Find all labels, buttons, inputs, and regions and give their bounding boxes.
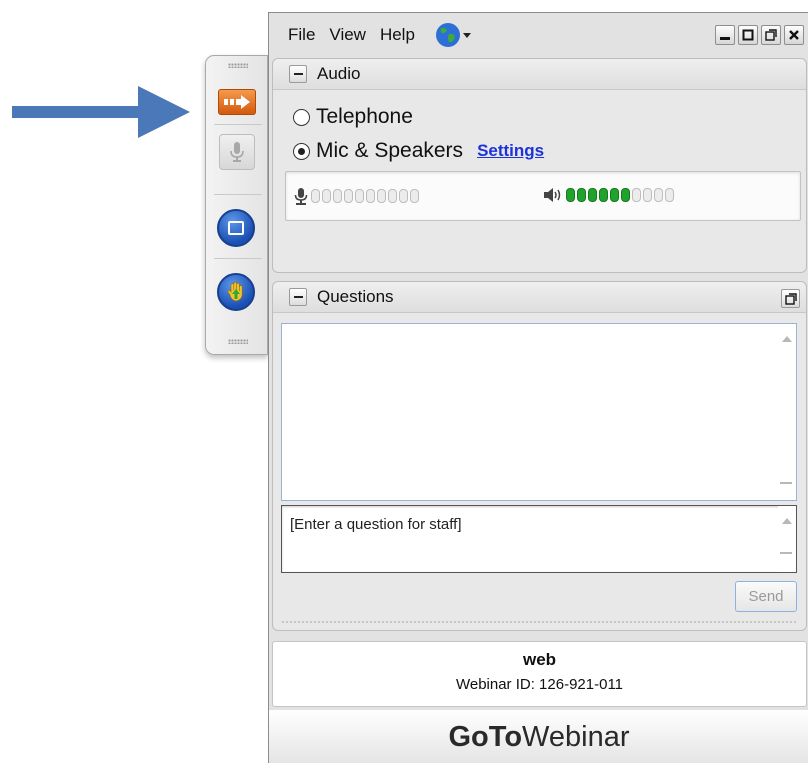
mic-level-segment	[366, 189, 375, 203]
send-button[interactable]: Send	[735, 581, 797, 612]
speaker-icon	[544, 188, 561, 202]
mic-speakers-radio[interactable]	[293, 142, 310, 160]
question-input[interactable]: [Enter a question for staff]	[281, 505, 797, 573]
mic-level-segment	[388, 189, 397, 203]
arrow-right-icon	[224, 95, 250, 109]
close-button[interactable]	[784, 25, 804, 45]
audio-collapse-button[interactable]	[289, 65, 307, 83]
maximize-button[interactable]	[738, 25, 758, 45]
telephone-radio[interactable]	[293, 108, 310, 126]
mic-level-segment	[377, 189, 386, 203]
gotowebinar-logo: GoToWebinar	[448, 720, 630, 753]
globe-icon	[435, 23, 460, 47]
divider	[214, 194, 262, 195]
microphone-icon	[230, 142, 244, 162]
close-icon	[789, 30, 799, 40]
chevron-down-icon	[462, 33, 471, 38]
microphone-icon	[294, 188, 308, 205]
drag-grip-top[interactable]	[228, 63, 248, 68]
menu-help[interactable]: Help	[380, 25, 415, 45]
menu-view[interactable]: View	[329, 25, 366, 45]
mute-button[interactable]	[219, 134, 255, 170]
telephone-label: Telephone	[316, 105, 413, 128]
speaker-level-segment	[588, 188, 597, 202]
speaker-level-segment	[621, 188, 630, 202]
mic-level-segment	[410, 189, 419, 203]
speaker-level-segment	[654, 188, 663, 202]
gotowebinar-window: File View Help Audio Telephone Mic & Spe…	[268, 12, 808, 763]
screen-view-button[interactable]	[217, 209, 255, 247]
language-menu[interactable]	[435, 22, 473, 48]
minimize-icon	[720, 37, 730, 40]
footer: GoToWebinar	[269, 710, 808, 763]
mic-speakers-option[interactable]: Mic & Speakers Settings	[293, 139, 544, 163]
scroll-up-arrow[interactable]	[782, 336, 792, 342]
restore-icon	[765, 29, 777, 41]
mic-level-segment	[333, 189, 342, 203]
audio-panel: Audio Telephone Mic & Speakers Settings	[272, 58, 807, 273]
menu-file[interactable]: File	[288, 25, 315, 45]
questions-collapse-button[interactable]	[289, 288, 307, 306]
scroll-down-arrow[interactable]	[780, 552, 792, 554]
question-input-placeholder: [Enter a question for staff]	[290, 516, 462, 533]
speaker-level-segment	[599, 188, 608, 202]
popout-icon	[784, 292, 797, 305]
panel-resize-handle[interactable]	[281, 620, 797, 625]
audio-level-meters	[285, 171, 801, 221]
speaker-level-segment	[632, 188, 641, 202]
webinar-id: Webinar ID: 126-921-011	[455, 676, 624, 693]
mic-level-segment	[399, 189, 408, 203]
speaker-level-meter	[543, 187, 674, 203]
minus-icon	[293, 296, 303, 298]
scroll-up-arrow[interactable]	[782, 518, 792, 524]
mic-level-segment	[344, 189, 353, 203]
questions-popout-button[interactable]	[781, 289, 800, 308]
control-panel	[205, 55, 268, 355]
divider	[214, 124, 262, 125]
mic-speakers-label: Mic & Speakers	[316, 139, 464, 162]
scroll-down-arrow[interactable]	[780, 482, 792, 484]
question-input-scrollbar[interactable]	[778, 506, 796, 572]
mic-level-meter	[294, 187, 419, 205]
questions-log-scrollbar[interactable]	[778, 324, 796, 500]
raise-hand-button[interactable]	[217, 273, 255, 311]
speaker-level-segment	[643, 188, 652, 202]
maximize-icon	[742, 29, 754, 41]
restore-button[interactable]	[761, 25, 781, 45]
minimize-button[interactable]	[715, 25, 735, 45]
speaker-level-segment	[610, 188, 619, 202]
speaker-level-segment	[665, 188, 674, 202]
divider	[214, 258, 262, 259]
annotation-arrow-control-panel	[12, 86, 190, 138]
webinar-info: web Webinar ID: 126-921-011	[272, 641, 807, 707]
screen-icon	[228, 221, 244, 235]
show-hide-control-panel-button[interactable]	[218, 89, 256, 115]
questions-panel-title: Questions	[317, 287, 394, 306]
questions-log[interactable]	[281, 323, 797, 501]
minus-icon	[293, 73, 303, 75]
mic-level-segment	[322, 189, 331, 203]
audio-settings-link[interactable]: Settings	[477, 141, 544, 161]
webinar-name: web	[522, 650, 557, 669]
mic-level-segment	[311, 189, 320, 203]
telephone-option[interactable]: Telephone	[293, 105, 413, 129]
speaker-level-segment	[577, 188, 586, 202]
drag-grip-bottom[interactable]	[228, 339, 248, 344]
mic-level-segment	[355, 189, 364, 203]
raise-hand-icon	[227, 281, 243, 302]
speaker-level-segment	[566, 188, 575, 202]
audio-panel-title: Audio	[317, 64, 361, 83]
